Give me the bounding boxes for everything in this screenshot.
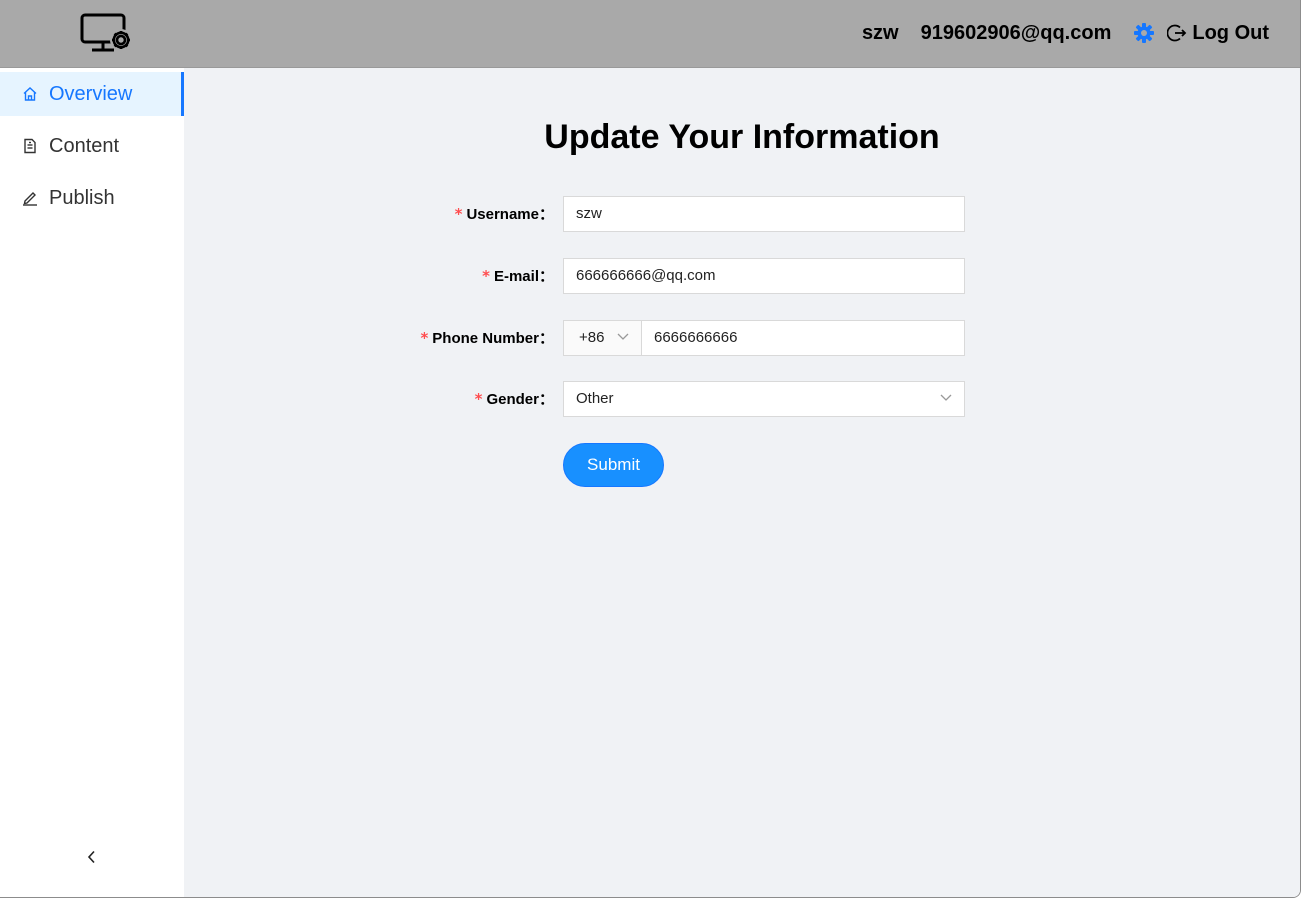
- required-mark: *: [420, 329, 429, 347]
- email-input[interactable]: 666666666@qq.com: [563, 258, 965, 294]
- logout-button[interactable]: Log Out: [1167, 22, 1269, 45]
- phone-input[interactable]: 6666666666: [641, 320, 965, 356]
- logout-label: Log Out: [1192, 21, 1269, 44]
- chevron-left-icon: [87, 850, 95, 864]
- username-input[interactable]: szw: [563, 196, 965, 232]
- sidebar: Overview Content Publish: [0, 68, 184, 897]
- top-header: szw 919602906@qq.com Log Out: [0, 0, 1300, 68]
- header-username: szw: [861, 21, 899, 44]
- page-title: Update Your Information: [544, 118, 940, 156]
- username-label: * Username：: [454, 205, 554, 223]
- email-label: * E-mail：: [482, 267, 554, 285]
- edit-icon: [22, 190, 38, 206]
- required-mark: *: [482, 267, 490, 285]
- country-code-select[interactable]: +86: [563, 320, 642, 356]
- app-window: szw 919602906@qq.com Log Out Overview Co…: [0, 0, 1301, 898]
- home-icon: [22, 86, 38, 102]
- sidebar-item-label: Publish: [49, 186, 115, 209]
- document-icon: [22, 138, 38, 154]
- logout-icon: [1167, 24, 1187, 42]
- phone-row: * Phone Number： +86 6666666666: [184, 320, 1300, 356]
- chevron-down-icon: [940, 394, 952, 401]
- sidebar-item-label: Content: [49, 134, 120, 157]
- required-mark: *: [474, 390, 483, 408]
- sidebar-item-publish[interactable]: Publish: [0, 176, 184, 220]
- username-row: * Username： szw: [184, 196, 1300, 232]
- chevron-down-icon: [617, 333, 629, 340]
- required-mark: *: [454, 205, 463, 223]
- settings-gear-icon[interactable]: [1133, 22, 1155, 44]
- sidebar-item-overview[interactable]: Overview: [0, 72, 184, 116]
- sidebar-collapse-button[interactable]: [0, 816, 184, 897]
- gender-select[interactable]: Other: [563, 381, 965, 417]
- gender-label: * Gender：: [474, 390, 554, 408]
- gender-row: * Gender： Other: [184, 381, 1300, 417]
- main-content: Update Your Information * Username： szw *…: [184, 68, 1300, 897]
- email-row: * E-mail： 666666666@qq.com: [184, 258, 1300, 294]
- header-email: 919602906@qq.com: [920, 21, 1112, 44]
- phone-label: * Phone Number：: [420, 329, 554, 347]
- submit-button[interactable]: Submit: [563, 443, 664, 487]
- country-code-value: +86: [579, 329, 605, 346]
- header-user-area: szw 919602906@qq.com Log Out: [862, 0, 1269, 66]
- monitor-gear-logo-icon: [80, 12, 136, 54]
- sidebar-item-content[interactable]: Content: [0, 124, 184, 168]
- gender-value: Other: [576, 390, 614, 407]
- sidebar-item-label: Overview: [49, 82, 133, 105]
